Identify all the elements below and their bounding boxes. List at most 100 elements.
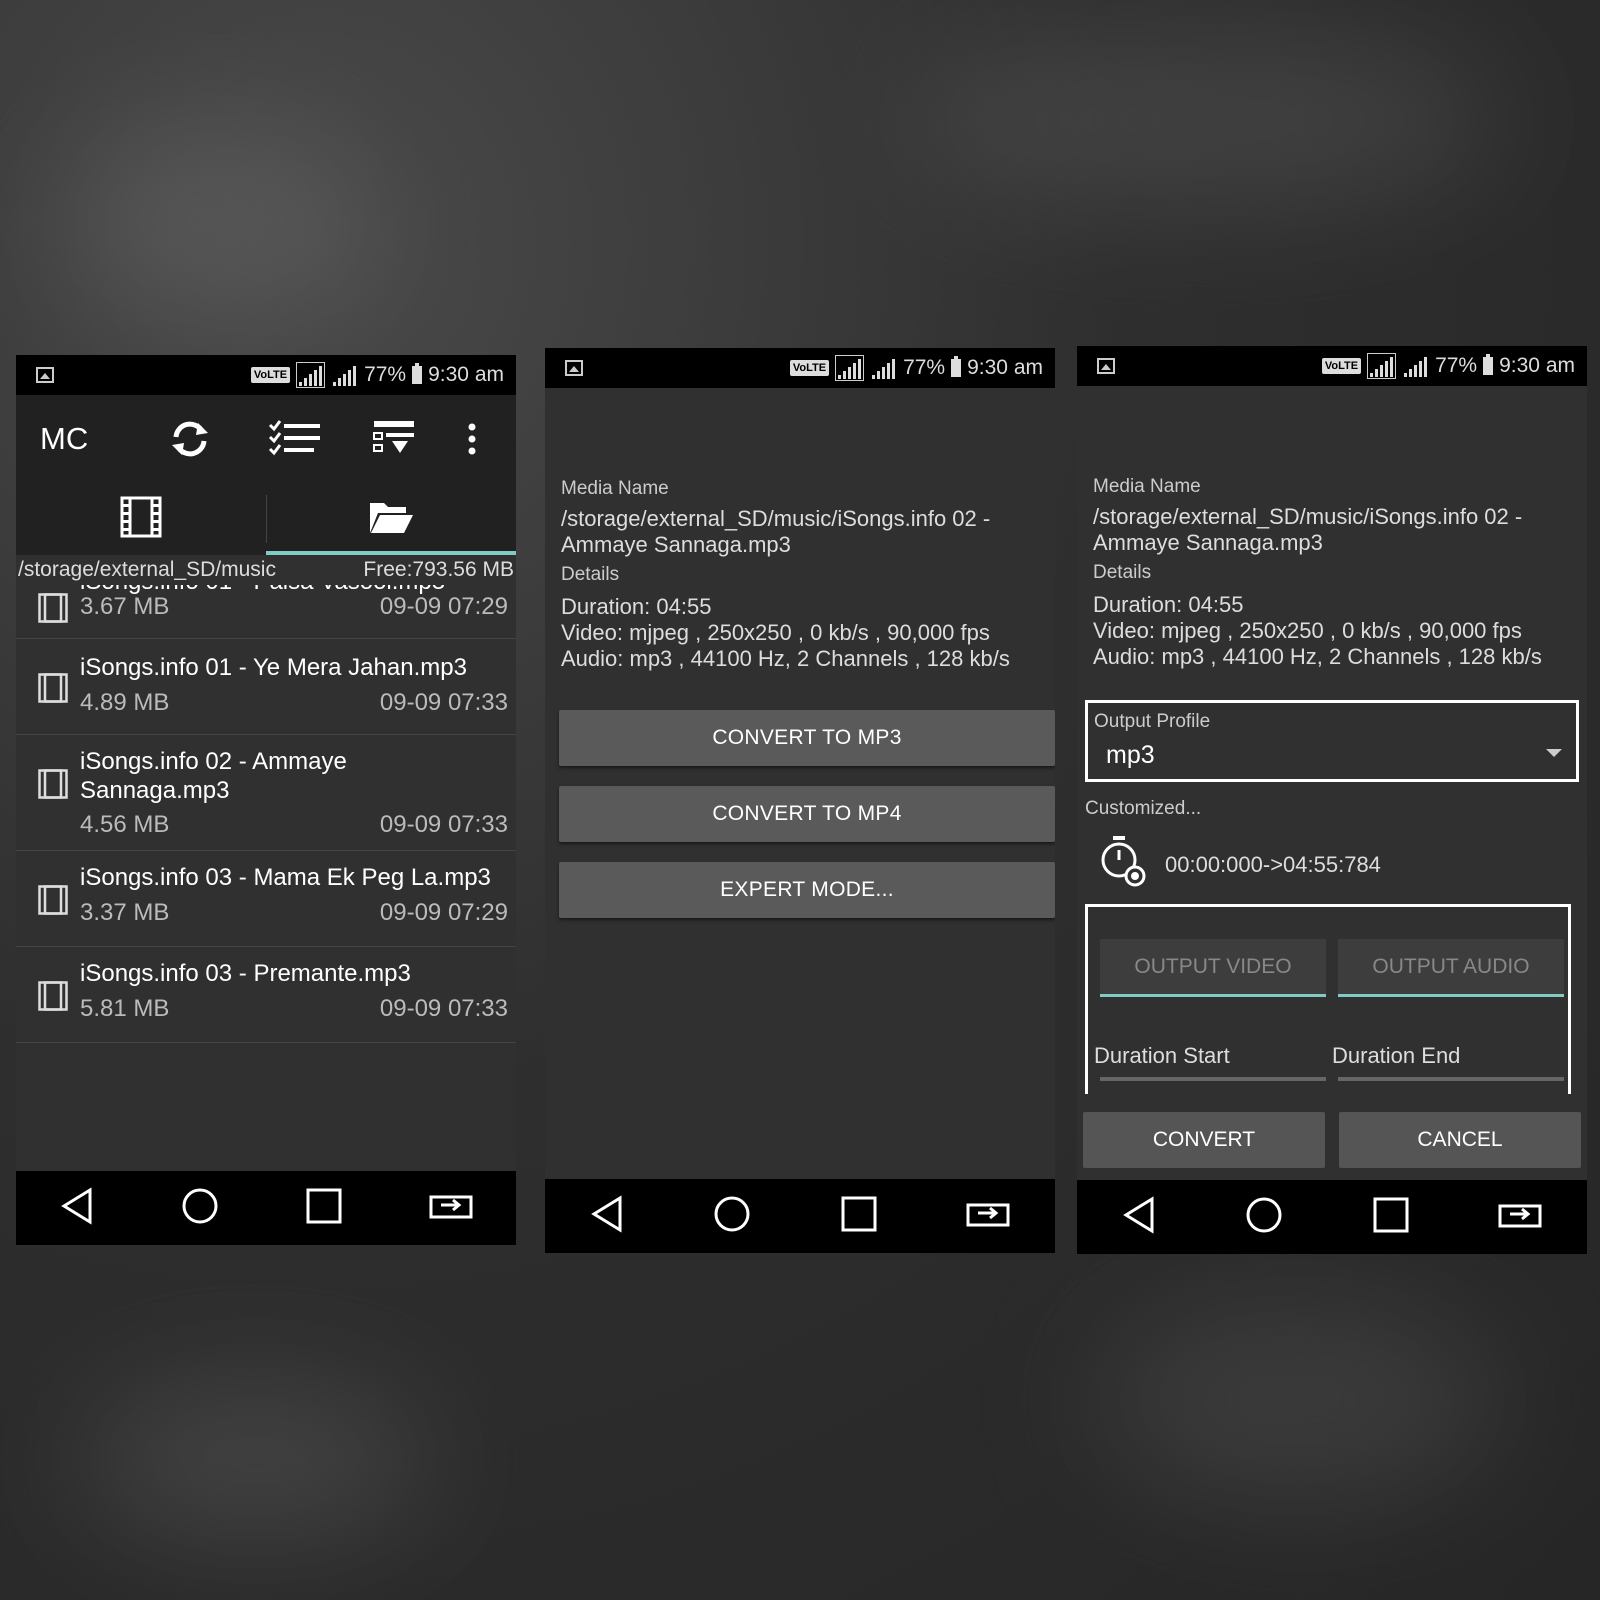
home-icon[interactable] [713, 1195, 751, 1238]
home-icon[interactable] [181, 1187, 219, 1230]
battery-icon [951, 356, 962, 377]
volte-badge: VoLTE [1321, 358, 1362, 374]
output-profile-value: mp3 [1106, 741, 1155, 769]
convert-to-mp4-button[interactable]: CONVERT TO MP4 [559, 786, 1055, 842]
video-info: Video: mjpeg , 250x250 , 0 kb/s , 90,000… [1093, 618, 1522, 643]
audio-info: Audio: mp3 , 44100 Hz, 2 Channels , 128 … [561, 646, 1010, 671]
chevron-down-icon [1546, 749, 1562, 757]
system-nav-bar [545, 1179, 1055, 1253]
time-range: 00:00:000->04:55:784 [1165, 852, 1381, 877]
signal-icon [296, 362, 326, 388]
tab-output-audio[interactable]: OUTPUT AUDIO [1338, 939, 1564, 997]
phone-screen-file-browser: VoLTE 77% 9:30 am MC /storage/external_S… [16, 355, 516, 1245]
phone-screen-expert-mode: VoLTE 77% 9:30 am Media Name /storage/ex… [1077, 346, 1587, 1254]
tab-folder[interactable] [266, 483, 516, 555]
home-icon[interactable] [1245, 1196, 1283, 1239]
file-size: 3.37 MB [80, 899, 170, 926]
duration-end-field[interactable] [1338, 1077, 1564, 1081]
status-bar: VoLTE 77% 9:30 am [1077, 346, 1587, 386]
volte-badge: VoLTE [250, 367, 291, 383]
system-nav-bar [16, 1171, 516, 1245]
video-info: Video: mjpeg , 250x250 , 0 kb/s , 90,000… [561, 620, 990, 645]
duration-info: Duration: 04:55 [1093, 592, 1244, 617]
file-name: iSongs.info 01 - Ye Mera Jahan.mp3 [80, 654, 467, 681]
convert-button[interactable]: CONVERT [1083, 1112, 1325, 1168]
list-item[interactable]: iSongs.info 03 - Mama Ek Peg La.mp3 3.37… [16, 851, 516, 947]
convert-to-mp3-button[interactable]: CONVERT TO MP3 [559, 710, 1055, 766]
battery-percent: 77% [364, 363, 407, 386]
expert-mode-button[interactable]: EXPERT MODE... [559, 862, 1055, 918]
file-size: 3.67 MB [80, 593, 170, 620]
more-vert-icon[interactable] [466, 423, 478, 460]
signal-icon [331, 363, 358, 387]
list-item[interactable]: iSongs.info 01 - Ye Mera Jahan.mp3 4.89 … [16, 639, 516, 735]
app-toolbar: MC [16, 395, 516, 483]
file-name: iSongs.info 03 - Premante.mp3 [80, 960, 411, 987]
battery-icon [412, 363, 423, 384]
output-settings-panel: OUTPUT VIDEO OUTPUT AUDIO Duration Start… [1085, 904, 1571, 1094]
list-item[interactable]: iSongs.info 02 - Ammaye Sannaga.mp3 4.56… [16, 735, 516, 851]
dual-window-icon[interactable] [966, 1199, 1010, 1234]
file-list: iSongs.info 01 - Paisa Vasool.mp3 3.67 M… [16, 585, 516, 1065]
duration-start-label: Duration Start [1094, 1043, 1230, 1068]
download-list-icon[interactable] [372, 419, 416, 464]
media-info: Media Name /storage/external_SD/music/iS… [561, 476, 1039, 672]
phone-screen-convert-options: VoLTE 77% 9:30 am Media Name /storage/ex… [545, 348, 1055, 1253]
file-size: 5.81 MB [80, 995, 170, 1022]
refresh-icon[interactable] [168, 417, 212, 466]
signal-icon [835, 355, 865, 381]
file-date: 09-09 07:29 [379, 593, 508, 620]
tab-bar [16, 483, 516, 555]
folder-open-icon [368, 499, 414, 540]
list-item[interactable]: iSongs.info 03 - Premante.mp3 5.81 MB 09… [16, 947, 516, 1043]
tab-media[interactable] [16, 483, 266, 555]
clock: 9:30 am [967, 356, 1043, 379]
film-icon [38, 981, 68, 1016]
clock: 9:30 am [428, 363, 504, 386]
duration-end-label: Duration End [1332, 1043, 1461, 1068]
file-size: 4.89 MB [80, 689, 170, 716]
film-icon [120, 496, 162, 543]
audio-info: Audio: mp3 , 44100 Hz, 2 Channels , 128 … [1093, 644, 1542, 669]
gallery-notification-icon [36, 367, 54, 383]
back-icon[interactable] [590, 1194, 624, 1238]
duration-start-field[interactable] [1100, 1077, 1326, 1081]
app-title: MC [40, 421, 89, 456]
volte-badge: VoLTE [789, 360, 830, 376]
signal-icon [1402, 354, 1429, 378]
file-date: 09-09 07:33 [379, 995, 508, 1022]
back-icon[interactable] [60, 1186, 94, 1230]
details-label: Details [1093, 562, 1152, 583]
file-name: iSongs.info 02 - Ammaye Sannaga.mp3 [80, 748, 347, 804]
list-item[interactable]: iSongs.info 01 - Paisa Vasool.mp3 3.67 M… [16, 585, 516, 639]
media-name: /storage/external_SD/music/iSongs.info 0… [561, 506, 991, 557]
output-profile-select[interactable]: Output Profile mp3 [1085, 700, 1579, 782]
free-space: Free:793.56 MB [363, 558, 514, 581]
file-size: 4.56 MB [80, 811, 170, 838]
signal-icon [1367, 353, 1397, 379]
timer-icon[interactable] [1099, 834, 1147, 893]
file-date: 09-09 07:33 [379, 811, 508, 838]
current-path: /storage/external_SD/music [18, 558, 276, 581]
dual-window-icon[interactable] [429, 1191, 473, 1226]
clock: 9:30 am [1499, 354, 1575, 377]
customized-label: Customized... [1085, 798, 1202, 819]
media-name-label: Media Name [1093, 476, 1201, 497]
dual-window-icon[interactable] [1498, 1200, 1542, 1235]
recents-icon[interactable] [306, 1188, 342, 1229]
file-name: iSongs.info 03 - Mama Ek Peg La.mp3 [80, 864, 491, 891]
battery-percent: 77% [903, 356, 946, 379]
checklist-icon[interactable] [268, 419, 322, 464]
gallery-notification-icon [565, 360, 583, 376]
film-icon [38, 593, 68, 628]
recents-icon[interactable] [841, 1196, 877, 1237]
recents-icon[interactable] [1373, 1197, 1409, 1238]
status-bar: VoLTE 77% 9:30 am [16, 355, 516, 395]
cancel-button[interactable]: CANCEL [1339, 1112, 1581, 1168]
tab-output-video[interactable]: OUTPUT VIDEO [1100, 939, 1326, 997]
details-label: Details [561, 564, 620, 585]
back-icon[interactable] [1122, 1195, 1156, 1239]
media-name-label: Media Name [561, 478, 669, 499]
film-icon [38, 769, 68, 804]
media-info: Media Name /storage/external_SD/music/iS… [1093, 474, 1571, 670]
